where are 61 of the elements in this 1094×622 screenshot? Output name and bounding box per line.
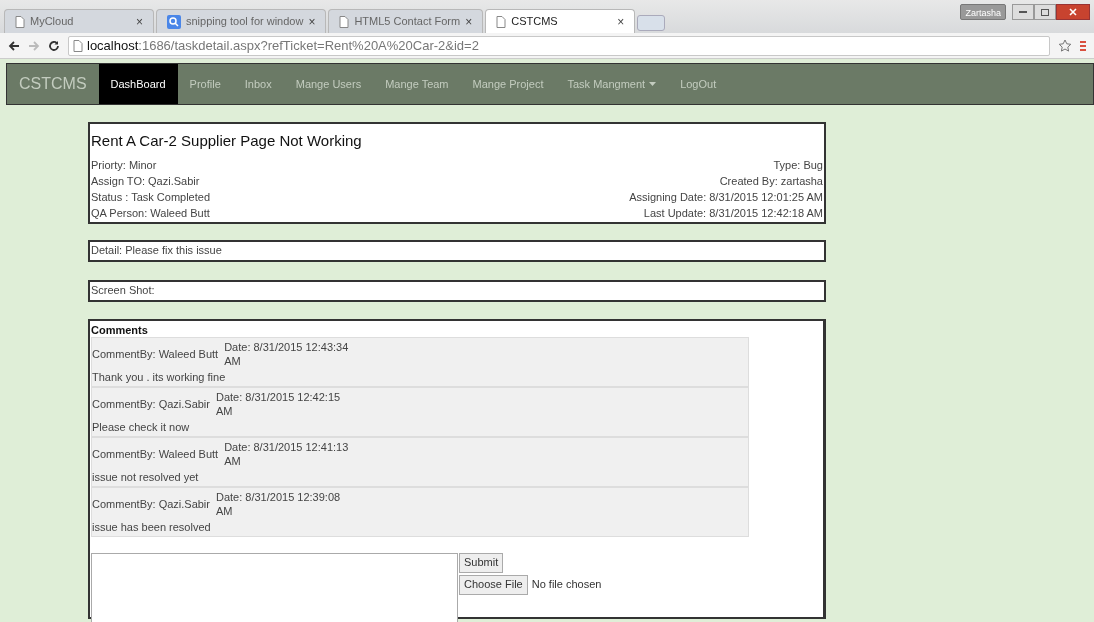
comment-author: CommentBy: Waleed Butt xyxy=(92,346,219,361)
comment-author: CommentBy: Qazi.Sabir xyxy=(92,396,210,411)
task-field: QA Person: Waleed Butt xyxy=(91,204,211,221)
browser-tab[interactable]: snipping tool for window × xyxy=(156,9,327,33)
comment-author: CommentBy: Waleed Butt xyxy=(92,446,219,461)
task-title: Rent A Car-2 Supplier Page Not Working xyxy=(91,131,363,151)
tab-title: CSTCMS xyxy=(511,14,559,30)
reload-icon[interactable] xyxy=(48,39,60,52)
close-icon[interactable]: × xyxy=(136,12,143,31)
maximize-button[interactable] xyxy=(1034,4,1056,20)
task-field: Status : Task Completed xyxy=(91,188,211,205)
task-field: Priorty: Minor xyxy=(91,156,211,173)
task-field: Assign TO: Qazi.Sabir xyxy=(91,172,211,189)
page-icon xyxy=(15,15,25,28)
comment-text: Thank you . its working fine xyxy=(92,369,227,385)
close-icon[interactable]: × xyxy=(617,12,625,31)
page-icon xyxy=(73,39,83,52)
comment-text: Please check it now xyxy=(92,419,191,435)
url-text: localhost:1686/taskdetail.aspx?refTicket=Rent%20A%20Car-2&id=2 xyxy=(87,36,479,55)
close-button[interactable] xyxy=(1056,4,1090,20)
nav-link[interactable]: DashBoard xyxy=(98,64,178,104)
comment-date: Date: 8/31/2015 12:39:08 xyxy=(216,489,341,504)
file-status: No file chosen xyxy=(531,577,602,593)
choose-file-button[interactable]: Choose File xyxy=(459,574,528,595)
task-field: Last Update: 8/31/2015 12:42:18 AM xyxy=(643,204,823,221)
browser-tab[interactable]: MyCloud × xyxy=(4,9,154,33)
comment-author: CommentBy: Qazi.Sabir xyxy=(92,496,210,511)
comment-date: Date: 8/31/2015 12:41:13 xyxy=(224,439,349,454)
comments-heading: Comments xyxy=(91,322,149,337)
star-icon[interactable] xyxy=(1058,38,1072,53)
comment-date: Date: 8/31/2015 12:42:15 xyxy=(216,389,341,404)
address-bar[interactable]: localhost:1686/taskdetail.aspx?refTicket=Rent%20A%20Car-2&id=2 xyxy=(68,35,1050,56)
close-icon[interactable]: × xyxy=(465,12,473,31)
detail-text: Detail: Please fix this issue xyxy=(91,243,222,259)
task-field: Created By: zartasha xyxy=(719,172,823,189)
comment-text: issue not resolved yet xyxy=(92,469,200,485)
browser-tab[interactable]: HTML5 Contact Form × xyxy=(328,9,484,33)
tab-title: HTML5 Contact Form xyxy=(354,14,461,30)
close-icon xyxy=(1069,8,1077,16)
comment-date: AM xyxy=(224,453,242,468)
tab-title: snipping tool for window xyxy=(186,14,304,30)
page-icon xyxy=(339,15,350,28)
comment-date: AM xyxy=(216,503,234,518)
submit-button[interactable]: Submit xyxy=(459,552,504,573)
caret-icon xyxy=(649,82,657,86)
page-icon xyxy=(496,15,507,28)
close-icon[interactable]: × xyxy=(308,12,316,31)
back-icon[interactable] xyxy=(8,39,20,52)
comment-date: AM xyxy=(224,353,242,368)
screenshot-label: Screen Shot: xyxy=(91,283,155,299)
tab-title: MyCloud xyxy=(30,14,75,30)
task-field: Assigning Date: 8/31/2015 12:01:25 AM xyxy=(629,188,823,205)
menu-icon[interactable] xyxy=(1080,39,1086,52)
search-icon xyxy=(167,14,181,29)
comment-date: AM xyxy=(216,403,234,418)
comment-text: issue has been resolved xyxy=(92,519,212,535)
task-field: Type: Bug xyxy=(773,156,823,173)
comment-date: Date: 8/31/2015 12:43:34 xyxy=(224,339,349,354)
comment-input[interactable] xyxy=(91,552,458,622)
minimize-button[interactable] xyxy=(1012,4,1034,20)
browser-tab[interactable]: CSTCMS × xyxy=(485,9,636,33)
